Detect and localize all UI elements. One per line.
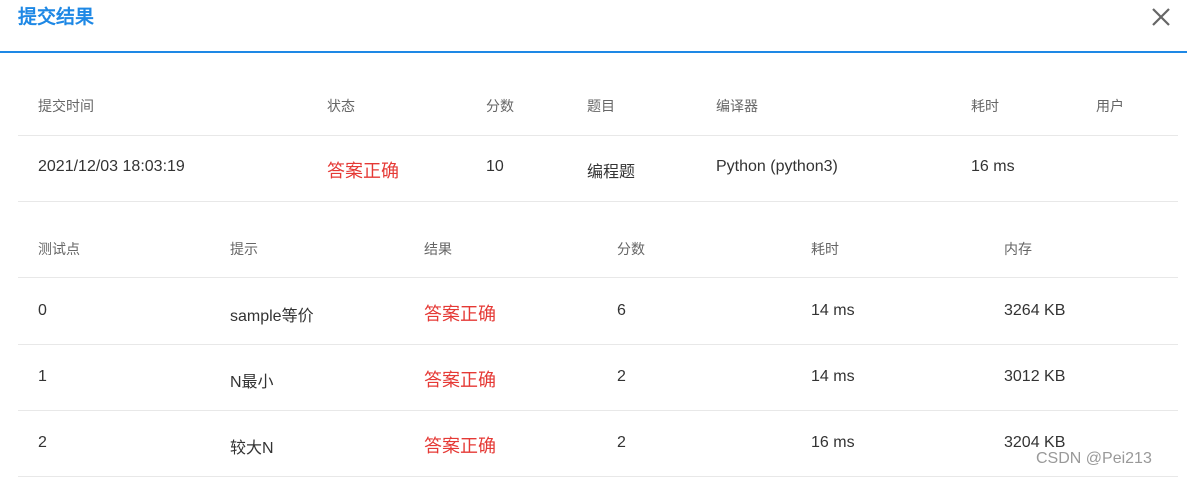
close-button[interactable] <box>1148 4 1174 30</box>
table-row: 1 N最小 答案正确 2 14 ms 3012 KB <box>18 345 1178 411</box>
elapsed-time: 16 ms <box>971 158 1015 175</box>
header-problem: 题目 <box>587 98 615 114</box>
header-compiler: 编译器 <box>716 98 758 114</box>
test-score: 2 <box>617 434 626 451</box>
header-hint: 提示 <box>230 241 258 257</box>
test-hint: sample等价 <box>230 308 314 325</box>
test-id: 1 <box>38 368 47 385</box>
header-score: 分数 <box>486 98 514 114</box>
test-result: 答案正确 <box>424 304 496 324</box>
dialog-header: 提交结果 <box>0 0 1187 53</box>
tests-table: 测试点 提示 结果 分数 耗时 内存 0 sample等价 答案正确 6 14 … <box>18 212 1178 477</box>
table-row: 2 较大N 答案正确 2 16 ms 3204 KB <box>18 411 1178 477</box>
test-time: 14 ms <box>811 302 855 319</box>
test-time: 16 ms <box>811 434 855 451</box>
dialog-title: 提交结果 <box>18 7 95 28</box>
test-id: 2 <box>38 434 47 451</box>
header-test-score: 分数 <box>617 241 645 257</box>
header-test-time: 耗时 <box>811 241 839 257</box>
test-memory: 3012 KB <box>1004 368 1066 385</box>
header-elapsed: 耗时 <box>971 98 999 114</box>
compiler-name: Python (python3) <box>716 158 838 175</box>
header-status: 状态 <box>327 98 355 114</box>
header-test-id: 测试点 <box>38 241 80 257</box>
score-value: 10 <box>486 158 504 175</box>
test-score: 6 <box>617 302 626 319</box>
table-row: 0 sample等价 答案正确 6 14 ms 3264 KB <box>18 278 1178 345</box>
test-id: 0 <box>38 302 47 319</box>
summary-row: 2021/12/03 18:03:19 答案正确 10 编程题 Python (… <box>18 136 1178 202</box>
test-time: 14 ms <box>811 368 855 385</box>
submit-time: 2021/12/03 18:03:19 <box>38 158 185 175</box>
header-user: 用户 <box>1096 98 1124 114</box>
test-result: 答案正确 <box>424 436 496 456</box>
close-icon <box>1152 8 1170 26</box>
tests-header-row: 测试点 提示 结果 分数 耗时 内存 <box>18 212 1178 278</box>
header-memory: 内存 <box>1004 241 1032 257</box>
summary-table: 提交时间 状态 分数 题目 编译器 耗时 用户 2021/12/03 18:03… <box>18 73 1178 202</box>
test-memory: 3264 KB <box>1004 302 1066 319</box>
watermark: CSDN @Pei213 <box>1036 450 1152 467</box>
summary-header-row: 提交时间 状态 分数 题目 编译器 耗时 用户 <box>18 73 1178 136</box>
header-submit-time: 提交时间 <box>38 98 94 114</box>
test-hint: N最小 <box>230 374 274 391</box>
test-score: 2 <box>617 368 626 385</box>
test-result: 答案正确 <box>424 370 496 390</box>
problem-name: 编程题 <box>587 164 636 181</box>
status-badge: 答案正确 <box>327 161 399 181</box>
test-hint: 较大N <box>230 440 274 457</box>
header-result: 结果 <box>424 241 452 257</box>
